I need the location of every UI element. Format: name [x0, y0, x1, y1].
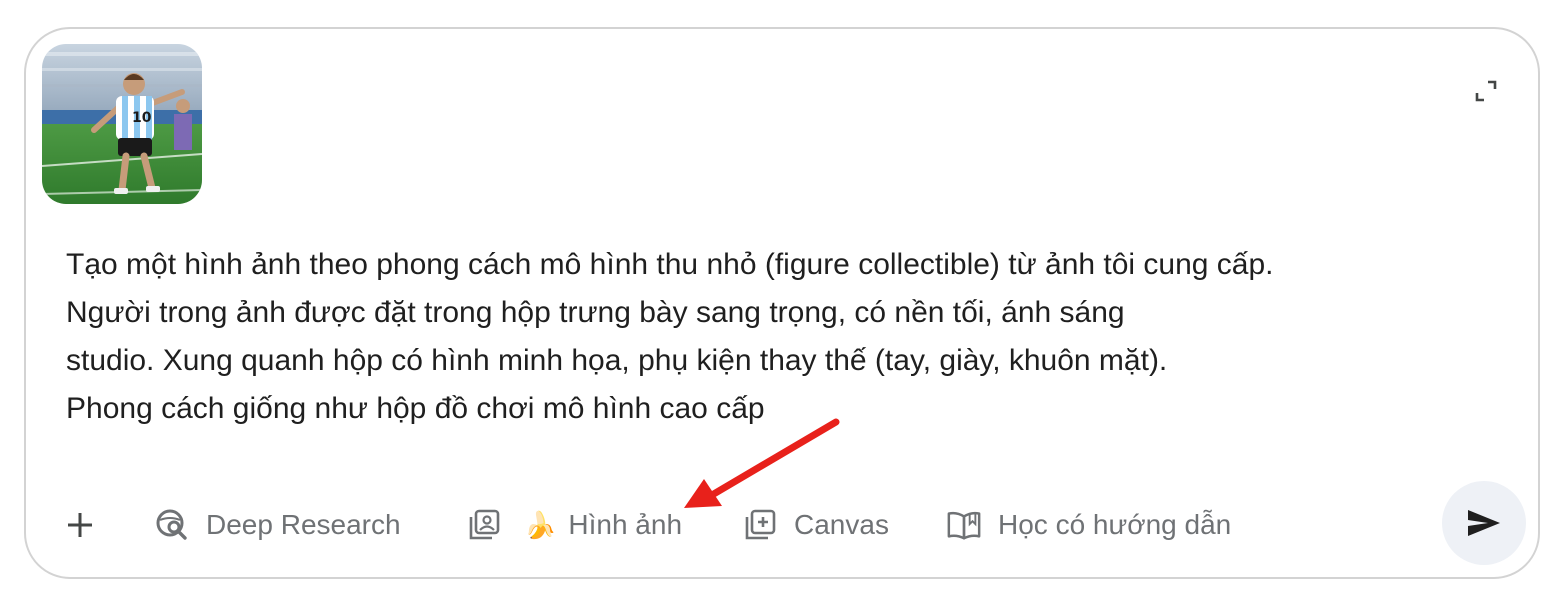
send-icon	[1468, 510, 1500, 536]
prompt-line: Người trong ảnh được đặt trong hộp trưng…	[66, 296, 1125, 329]
open-book-icon	[946, 507, 982, 543]
canvas-add-icon	[742, 507, 778, 543]
canvas-button[interactable]: Canvas	[742, 499, 889, 551]
deep-research-button[interactable]: Deep Research	[154, 499, 401, 551]
banana-emoji: 🍌	[524, 509, 557, 540]
prompt-line: studio. Xung quanh hộp có hình minh họa,…	[66, 344, 1168, 377]
tools-toolbar: Deep Research 🍌 Hình ảnh Canvas Học có h…	[26, 499, 1538, 551]
globe-search-icon	[154, 507, 190, 543]
guided-learning-button[interactable]: Học có hướng dẫn	[946, 499, 1231, 551]
photo-thumbnail-icon: 10	[42, 44, 202, 204]
image-generation-button[interactable]: 🍌 Hình ảnh	[466, 499, 682, 551]
image-generation-label: Hình ảnh	[568, 509, 683, 540]
svg-text:10: 10	[132, 110, 152, 126]
send-button[interactable]	[1442, 481, 1526, 565]
canvas-label: Canvas	[794, 509, 889, 540]
prompt-input[interactable]: Tạo một hình ảnh theo phong cách mô hình…	[66, 241, 1406, 433]
prompt-line: Phong cách giống như hộp đồ chơi mô hình…	[66, 392, 765, 425]
expand-icon	[1475, 80, 1497, 102]
expand-button[interactable]	[1464, 69, 1508, 113]
deep-research-label: Deep Research	[206, 509, 401, 540]
guided-learning-label: Học có hướng dẫn	[998, 509, 1232, 540]
image-stack-icon	[466, 507, 502, 543]
attached-image-thumbnail[interactable]: 10	[42, 44, 202, 204]
add-attachment-button[interactable]	[62, 499, 98, 551]
prompt-composer[interactable]: 10 Tạo một hình ảnh theo phong cách mô h…	[24, 27, 1540, 579]
plus-icon	[62, 507, 98, 543]
prompt-line: Tạo một hình ảnh theo phong cách mô hình…	[66, 248, 1274, 281]
